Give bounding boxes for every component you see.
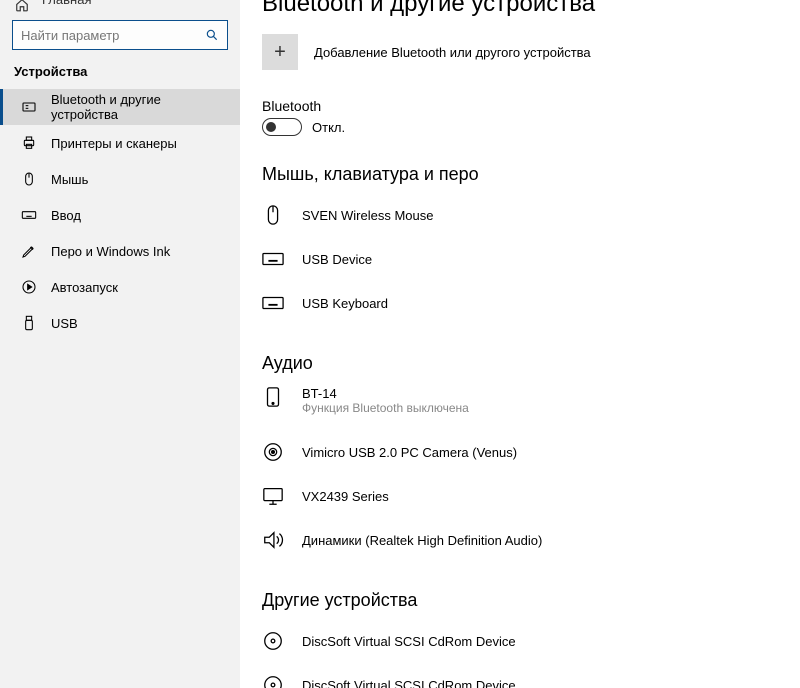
device-name: DiscSoft Virtual SCSI CdRom Device	[302, 634, 516, 649]
main-content: Bluetooth и другие устройства + Добавлен…	[240, 0, 800, 688]
autoplay-icon	[21, 279, 37, 295]
device-name: DiscSoft Virtual SCSI CdRom Device	[302, 678, 516, 688]
device-name: VX2439 Series	[302, 489, 389, 504]
search-wrap	[0, 20, 240, 64]
disc-icon	[262, 674, 284, 688]
device-item[interactable]: USB Device	[262, 237, 800, 281]
sidebar-item-label: Ввод	[51, 208, 81, 223]
device-name: USB Keyboard	[302, 296, 388, 311]
sidebar-item-label: Мышь	[51, 172, 88, 187]
sidebar-item-pen[interactable]: Перо и Windows Ink	[0, 233, 240, 269]
device-item[interactable]: SVEN Wireless Mouse	[262, 193, 800, 237]
device-list-other: DiscSoft Virtual SCSI CdRom Device DiscS…	[262, 619, 800, 688]
keyboard-icon	[262, 292, 284, 314]
add-device-label: Добавление Bluetooth или другого устройс…	[314, 45, 591, 60]
sidebar-item-label: Bluetooth и другие устройства	[51, 92, 228, 122]
sidebar-item-label: USB	[51, 316, 78, 331]
mouse-icon	[262, 204, 284, 226]
device-item[interactable]: DiscSoft Virtual SCSI CdRom Device	[262, 619, 800, 663]
device-name: Vimicro USB 2.0 PC Camera (Venus)	[302, 445, 517, 460]
printer-icon	[21, 135, 37, 151]
pen-icon	[21, 243, 37, 259]
speaker-icon	[262, 529, 284, 551]
nav-home[interactable]: Главная	[0, 0, 240, 10]
section-header-other: Другие устройства	[262, 590, 800, 611]
mouse-icon	[21, 171, 37, 187]
sidebar-item-bluetooth[interactable]: Bluetooth и другие устройства	[0, 89, 240, 125]
sidebar-item-label: Принтеры и сканеры	[51, 136, 177, 151]
add-device-row[interactable]: + Добавление Bluetooth или другого устро…	[262, 34, 800, 70]
page-title: Bluetooth и другие устройства	[262, 0, 800, 18]
sidebar-item-typing[interactable]: Ввод	[0, 197, 240, 233]
sidebar-group-header: Устройства	[0, 64, 240, 89]
plus-icon: +	[274, 41, 286, 64]
search-icon	[205, 28, 219, 42]
device-item[interactable]: DiscSoft Virtual SCSI CdRom Device	[262, 663, 800, 688]
sidebar-item-usb[interactable]: USB	[0, 305, 240, 341]
bluetooth-icon	[21, 99, 37, 115]
sidebar-item-mouse[interactable]: Мышь	[0, 161, 240, 197]
search-box[interactable]	[12, 20, 228, 50]
device-item[interactable]: Vimicro USB 2.0 PC Camera (Venus)	[262, 430, 800, 474]
sidebar-item-autoplay[interactable]: Автозапуск	[0, 269, 240, 305]
device-item[interactable]: Динамики (Realtek High Definition Audio)	[262, 518, 800, 562]
monitor-icon	[262, 485, 284, 507]
bluetooth-state: Откл.	[312, 120, 345, 135]
device-list-audio: BT-14 Функция Bluetooth выключена Vimicr…	[262, 382, 800, 562]
keyboard-icon	[21, 207, 37, 223]
device-list-input: SVEN Wireless Mouse USB Device USB Keybo…	[262, 193, 800, 325]
device-name: USB Device	[302, 252, 372, 267]
add-device-button[interactable]: +	[262, 34, 298, 70]
bluetooth-label: Bluetooth	[262, 98, 800, 114]
disc-icon	[262, 630, 284, 652]
nav-home-label: Главная	[42, 0, 91, 7]
keyboard-icon	[262, 248, 284, 270]
device-name: BT-14	[302, 386, 469, 401]
sidebar-item-label: Перо и Windows Ink	[51, 244, 170, 259]
phone-icon	[262, 386, 284, 408]
usb-icon	[21, 315, 37, 331]
device-item[interactable]: BT-14 Функция Bluetooth выключена	[262, 382, 800, 430]
section-header-audio: Аудио	[262, 353, 800, 374]
device-item[interactable]: USB Keyboard	[262, 281, 800, 325]
search-input[interactable]	[21, 28, 205, 43]
sidebar-item-printers[interactable]: Принтеры и сканеры	[0, 125, 240, 161]
camera-icon	[262, 441, 284, 463]
bluetooth-toggle-row: Откл.	[262, 118, 800, 136]
sidebar: Главная Устройства Bluetooth и другие ус…	[0, 0, 240, 688]
sidebar-item-label: Автозапуск	[51, 280, 118, 295]
home-icon	[14, 0, 30, 12]
bluetooth-toggle[interactable]	[262, 118, 302, 136]
device-subtext: Функция Bluetooth выключена	[302, 401, 469, 415]
device-name: Динамики (Realtek High Definition Audio)	[302, 533, 542, 548]
section-header-input: Мышь, клавиатура и перо	[262, 164, 800, 185]
device-name: SVEN Wireless Mouse	[302, 208, 433, 223]
device-item[interactable]: VX2439 Series	[262, 474, 800, 518]
toggle-knob	[266, 122, 276, 132]
